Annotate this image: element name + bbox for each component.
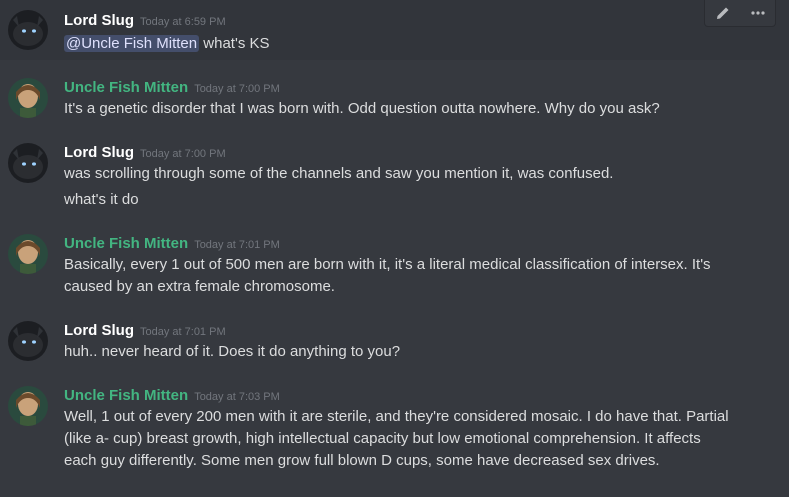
more-button[interactable] (744, 2, 772, 24)
message-text: Basically, every 1 out of 500 men are bo… (64, 256, 711, 273)
message[interactable]: Lord Slug Today at 6:59 PM @Uncle Fish Mi… (0, 0, 789, 60)
username[interactable]: Uncle Fish Mitten (64, 387, 188, 404)
avatar-uncle-fish-mitten[interactable] (8, 386, 48, 426)
avatar-uncle-fish-mitten[interactable] (8, 78, 48, 118)
message-text: was scrolling through some of the channe… (64, 165, 614, 182)
message-text: (like a- cup) breast growth, high intell… (64, 430, 701, 447)
message-text: Well, 1 out of every 200 men with it are… (64, 408, 729, 425)
message[interactable]: Uncle Fish Mitten Today at 7:03 PM Well, … (0, 384, 789, 479)
chat-messages: Lord Slug Today at 6:59 PM @Uncle Fish Mi… (0, 0, 789, 497)
username[interactable]: Uncle Fish Mitten (64, 235, 188, 252)
timestamp: Today at 7:00 PM (194, 83, 280, 95)
timestamp: Today at 7:01 PM (194, 239, 280, 251)
avatar-lord-slug[interactable] (8, 10, 48, 50)
wolf-avatar-icon (8, 321, 48, 361)
edit-button[interactable] (709, 2, 737, 24)
message-text: It's a genetic disorder that I was born … (64, 100, 660, 117)
avatar-lord-slug[interactable] (8, 321, 48, 361)
avatar-lord-slug[interactable] (8, 143, 48, 183)
avatar-uncle-fish-mitten[interactable] (8, 234, 48, 274)
message-text: huh.. never heard of it. Does it do anyt… (64, 343, 401, 360)
message[interactable]: Lord Slug Today at 7:00 PM was scrolling … (0, 141, 789, 211)
message-toolbar (704, 0, 776, 27)
character-avatar-icon (8, 386, 48, 426)
message-text: each guy differently. Some men grow full… (64, 452, 660, 469)
username[interactable]: Lord Slug (64, 144, 134, 161)
more-icon (750, 11, 765, 15)
mention[interactable]: @Uncle Fish Mitten (64, 35, 200, 52)
pencil-icon (716, 7, 728, 19)
username[interactable]: Lord Slug (64, 322, 134, 339)
message-text: what's it do (64, 191, 139, 208)
message[interactable]: Lord Slug Today at 7:01 PM huh.. never he… (0, 319, 789, 369)
timestamp: Today at 6:59 PM (140, 16, 226, 28)
username[interactable]: Lord Slug (64, 12, 134, 29)
timestamp: Today at 7:01 PM (140, 326, 226, 338)
character-avatar-icon (8, 234, 48, 274)
character-avatar-icon (8, 78, 48, 118)
message-text: what's KS (199, 35, 270, 52)
wolf-avatar-icon (8, 10, 48, 50)
timestamp: Today at 7:00 PM (140, 148, 226, 160)
message-content: @Uncle Fish Mitten what's KS (64, 33, 270, 55)
wolf-avatar-icon (8, 143, 48, 183)
timestamp: Today at 7:03 PM (194, 391, 280, 403)
message[interactable]: Uncle Fish Mitten Today at 7:01 PM Basica… (0, 232, 789, 302)
message[interactable]: Uncle Fish Mitten Today at 7:00 PM It's a… (0, 76, 789, 126)
username[interactable]: Uncle Fish Mitten (64, 79, 188, 96)
message-text: caused by an extra female chromosome. (64, 278, 335, 295)
